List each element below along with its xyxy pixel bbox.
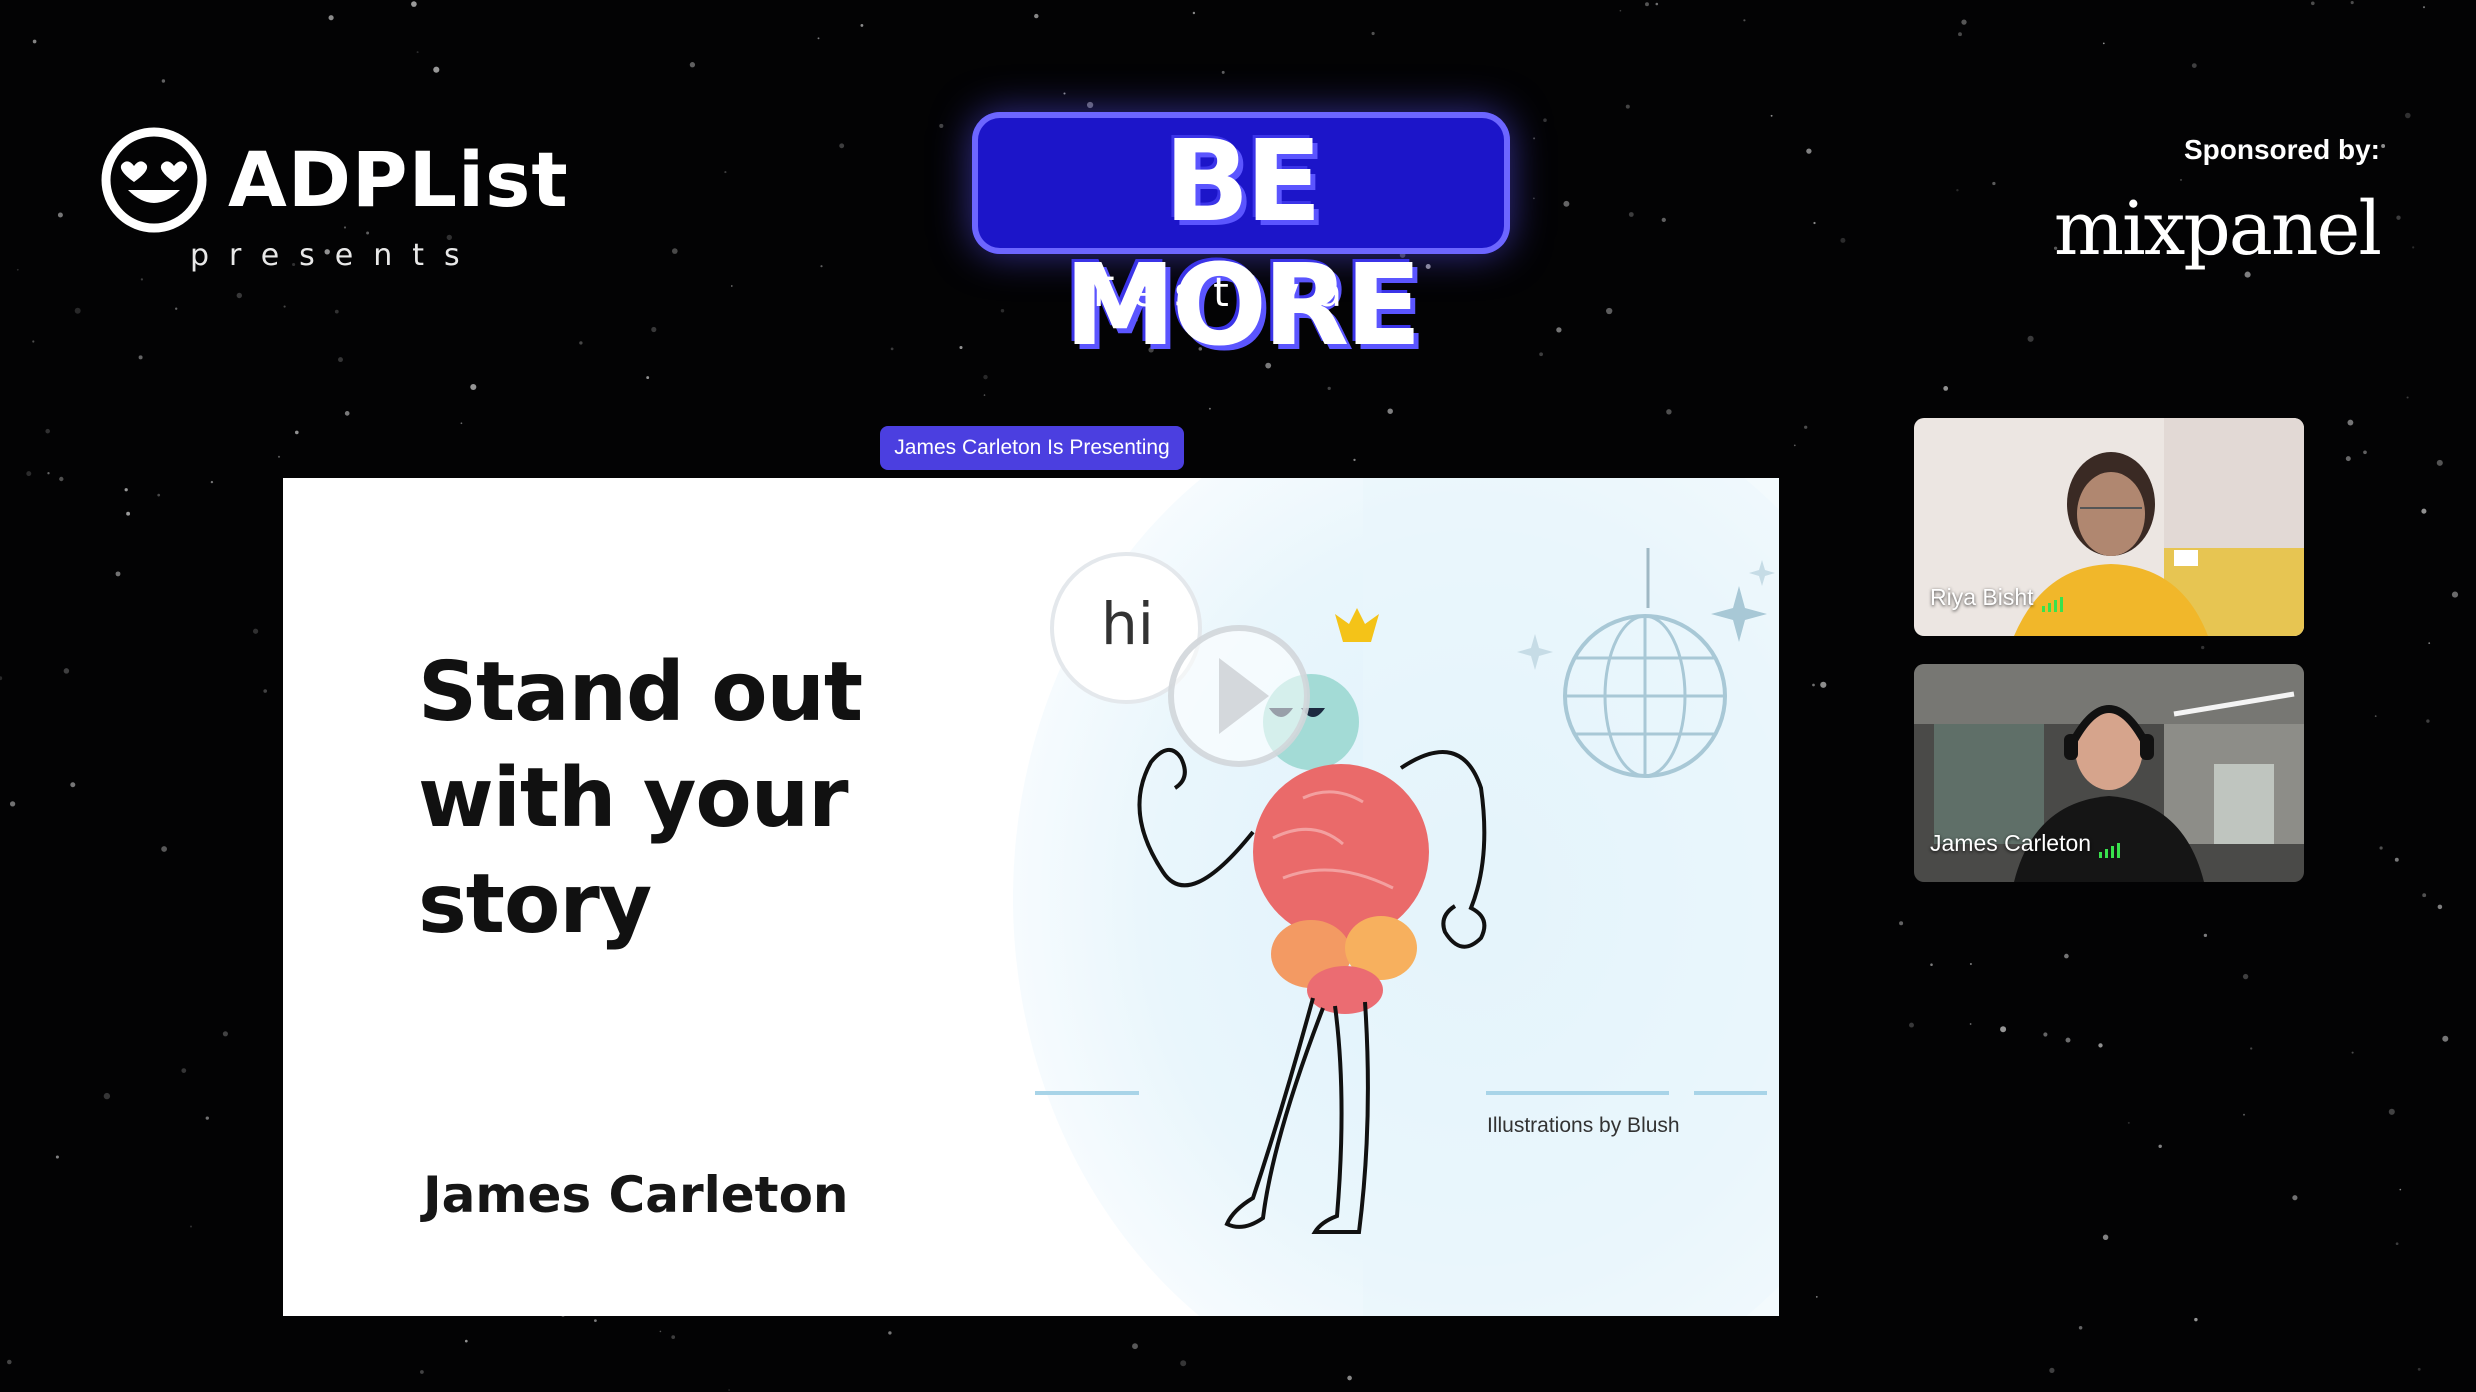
event-logo: BE MORE <box>972 112 1510 368</box>
participant-tile[interactable]: James Carleton <box>1914 664 2304 882</box>
participant-name: Riya Bisht <box>1930 584 2066 612</box>
shared-slide[interactable]: hi Stand out with your story James Carle… <box>283 478 1779 1316</box>
slide-presenter-name: James Carleton <box>423 1166 849 1224</box>
participant-name-label: James Carleton <box>1930 829 2092 856</box>
slide-headline-line: story <box>418 857 652 952</box>
presenting-badge: James Carleton Is Presenting <box>880 426 1184 470</box>
event-title: BE MORE <box>1064 117 1421 371</box>
event-subtitle: Festival <box>1092 270 1390 316</box>
heart-eyes-smiley-icon <box>101 127 207 233</box>
slide-headline: Stand out with your story <box>418 640 1118 958</box>
mic-level-icon <box>2099 831 2123 858</box>
slide-credit: Illustrations by Blush <box>1487 1114 1680 1137</box>
slide-headline-line: Stand out <box>418 645 863 740</box>
sponsor-label: Sponsored by: <box>2183 134 2380 165</box>
sponsor-logo: mixpanel <box>2053 186 2382 272</box>
participant-name: James Carleton <box>1930 830 2123 858</box>
slide-headline-line: with your <box>418 751 849 846</box>
mic-level-icon <box>2041 585 2066 612</box>
play-icon[interactable] <box>1168 625 1310 767</box>
participant-name-label: Riya Bisht <box>1930 583 2034 610</box>
participant-tile[interactable]: Riya Bisht <box>1914 418 2304 636</box>
organizer-tagline: presents <box>190 238 480 273</box>
organizer-name: ADPList <box>228 135 569 224</box>
